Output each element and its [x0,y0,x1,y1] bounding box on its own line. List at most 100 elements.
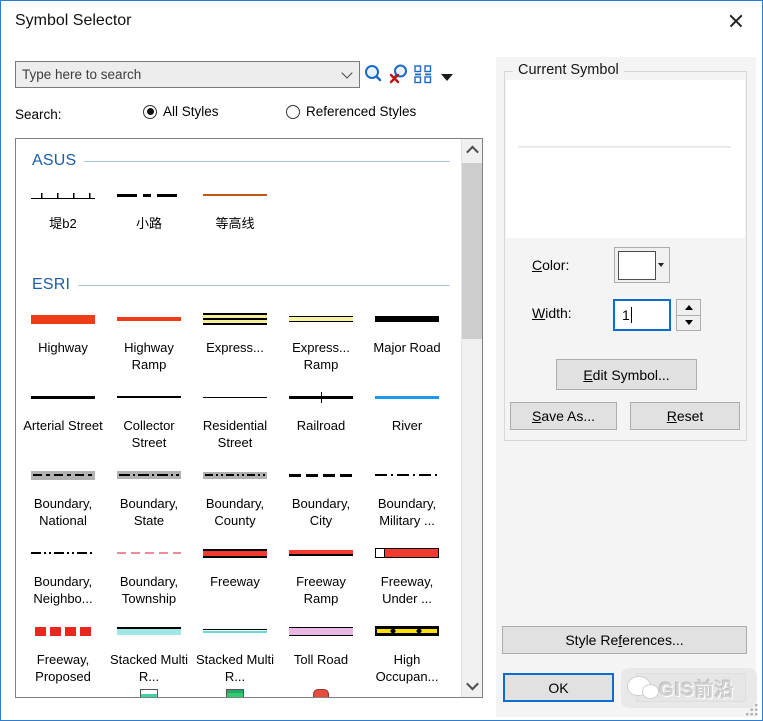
symbol-item[interactable]: Freeway Ramp [278,533,364,611]
search-input[interactable]: Type here to search [15,61,360,88]
bnd-township-swatch-icon [106,533,192,573]
symbol-item[interactable]: Highway Ramp [106,299,192,377]
symbol-item[interactable]: Collector Street [106,377,192,455]
radio-referenced-styles[interactable]: Referenced Styles [286,104,416,119]
collector-swatch-icon [106,377,192,417]
symbol-item[interactable]: 小路 [106,175,192,267]
symbol-label: Freeway [210,574,260,589]
symbol-item[interactable]: Major Road [364,299,450,377]
radio-label: Referenced Styles [306,104,417,119]
reset-button[interactable]: Reset [630,402,740,430]
arterial-swatch-icon [20,377,106,417]
symbol-item[interactable]: Boundary, City [278,455,364,533]
cancel-button-obscured[interactable] [636,673,746,702]
symbol-item[interactable]: Freeway, Under ... [364,533,450,611]
current-symbol-group: Current Symbol Color: Width: 1 Edit Symb… [504,62,747,441]
symbol-label: Stacked Multi R... [109,652,189,684]
symbol-item[interactable]: Express... [192,299,278,377]
symbol-item[interactable]: 等高线 [192,175,278,267]
symbol-item[interactable]: Toll Road [278,611,364,689]
icon-view-icon [413,64,431,83]
close-button[interactable] [720,7,752,35]
combo-dropdown-icon[interactable] [335,66,359,79]
toll-swatch-icon [278,611,364,651]
current-symbol-preview-line [518,146,731,148]
radio-all-styles[interactable]: All Styles [143,104,219,119]
symbol-label: Express... [206,340,264,355]
symbol-item-partial[interactable] [278,689,364,697]
symbol-item[interactable]: Residential Street [192,377,278,455]
symbol-item[interactable]: Stacked Multi R... [106,611,192,689]
symbol-item[interactable]: Railroad [278,377,364,455]
save-as-button[interactable]: Save As... [510,402,617,430]
edit-symbol-button[interactable]: Edit Symbol... [556,359,697,390]
bnd-military-swatch-icon [364,455,450,495]
spin-down-button[interactable] [676,314,701,331]
color-dropdown-button[interactable] [614,247,670,283]
symbol-label: Boundary, Township [119,574,179,606]
symbol-item[interactable]: Express... Ramp [278,299,364,377]
ok-button[interactable]: OK [503,673,614,702]
symbol-item[interactable]: Boundary, Military ... [364,455,450,533]
symbol-item[interactable]: Freeway, Proposed [20,611,106,689]
bnd-national-swatch-icon [20,455,106,495]
symbol-item[interactable]: Boundary, Neighbo... [20,533,106,611]
symbol-item[interactable]: Highway [20,299,106,377]
radio-selected-icon [143,104,157,119]
symbol-item[interactable]: River [364,377,450,455]
symbol-item[interactable]: Freeway [192,533,278,611]
symbol-item[interactable]: Stacked Multi R... [192,611,278,689]
symbol-item-partial[interactable] [106,689,192,697]
dike-swatch-icon [20,175,106,215]
symbol-item[interactable]: Boundary, National [20,455,106,533]
scroll-down-button[interactable] [462,674,482,697]
symbol-item[interactable]: Boundary, County [192,455,278,533]
symbol-label: Boundary, Military ... [377,496,437,528]
radio-unselected-icon [286,104,300,119]
symbol-label: Residential Street [202,418,268,450]
symbol-label: Boundary, City [291,496,351,528]
symbol-item[interactable]: Arterial Street [20,377,106,455]
scrollbar-thumb[interactable] [462,163,482,339]
scroll-up-button[interactable] [462,139,482,162]
width-value: 1 [622,307,630,323]
hov-swatch-icon [364,611,450,651]
chevron-down-icon [658,263,664,267]
symbol-item[interactable]: Boundary, State [106,455,192,533]
group-name: ASUS [32,152,77,169]
search-scope-label: Search: [15,107,62,122]
symbol-item-partial[interactable] [192,689,278,697]
scrollbar[interactable] [461,139,482,697]
bnd-city-swatch-icon [278,455,364,495]
stacked2-swatch-icon [192,611,278,651]
contour-swatch-icon [192,175,278,215]
symbol-label: High Occupan... [375,652,439,684]
express-swatch-icon [192,299,278,339]
symbol-label: Express... Ramp [292,340,350,372]
symbol-label: 等高线 [215,216,255,231]
color-dropdown-arrow[interactable] [656,251,666,279]
freeway-swatch-icon [192,533,278,573]
search-scope-row: Search: All Styles Referenced Styles [15,104,462,128]
river-swatch-icon [364,377,450,417]
clear-search-button[interactable] [387,62,411,86]
symbol-label: 堤b2 [49,216,77,231]
symbol-label: Stacked Multi R... [195,652,275,684]
style-references-button[interactable]: Style References... [502,626,747,654]
symbol-label: Major Road [373,340,441,355]
symbol-item[interactable]: High Occupan... [364,611,450,689]
symbol-list[interactable]: ASUS 堤b2 小路 等高线 ESRI Highway Highway Ramp Expre… [15,138,483,698]
symbol-item[interactable]: Boundary, Township [106,533,192,611]
freeway-under-swatch-icon [364,533,450,573]
spin-up-button[interactable] [676,299,701,316]
icon-view-button[interactable] [411,62,435,86]
group-name: ESRI [32,276,71,293]
symbol-label: Freeway, Proposed [35,652,91,684]
search-options-button[interactable] [435,65,459,89]
symbol-list-content: ASUS 堤b2 小路 等高线 ESRI Highway Highway Ramp Expre… [16,139,462,697]
search-button[interactable] [361,62,385,86]
symbol-item[interactable]: 堤b2 [20,175,106,267]
close-icon [729,14,743,28]
width-input[interactable]: 1 [613,299,671,331]
resize-grip-icon[interactable] [746,704,758,716]
